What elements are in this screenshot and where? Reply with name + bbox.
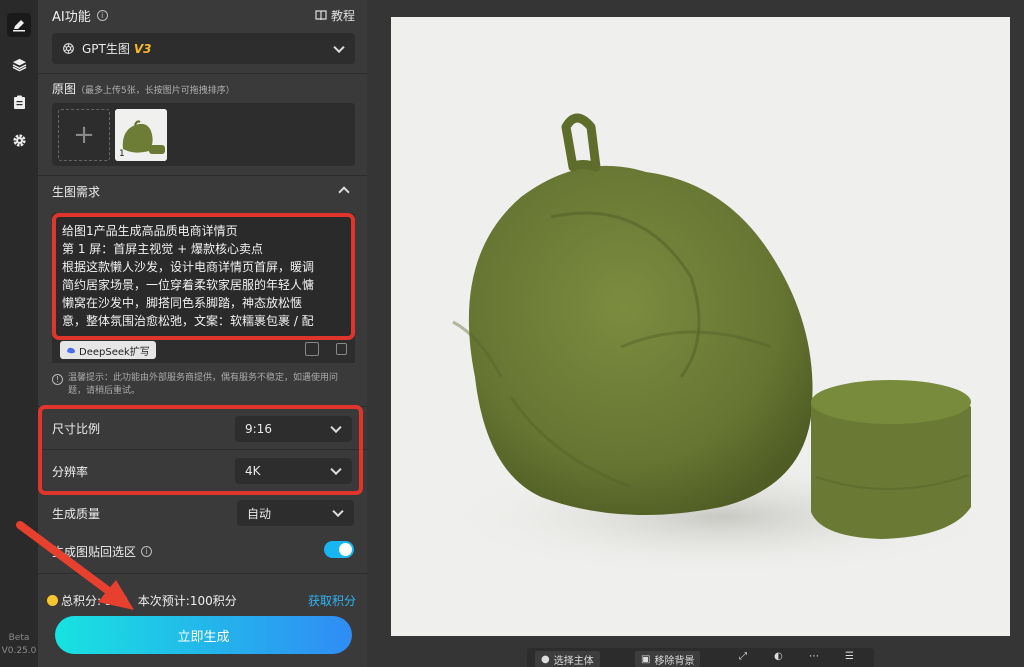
deepseek-label: DeepSeek扩写: [79, 346, 150, 358]
original-image-header: 原图（最多上传5张，长按图片可拖拽排序）: [52, 80, 235, 97]
select-subject-label: 选择主体: [553, 655, 594, 667]
info-icon[interactable]: i: [96, 10, 108, 21]
annotation-arrow: [16, 521, 134, 610]
canvas-bottom-toolbar: ● 选择主体 ▣ 移除背景 ⤢ ◐ ⋯ ☰: [527, 648, 874, 667]
deepseek-expand-button[interactable]: DeepSeek扩写: [60, 341, 156, 359]
divider: [38, 175, 367, 176]
generate-button[interactable]: 立即生成: [55, 616, 352, 654]
book-icon: [315, 10, 327, 21]
model-select[interactable]: GPT生图 V3: [52, 33, 355, 64]
deepseek-whale-icon: [67, 347, 75, 353]
original-image-list: + 1: [52, 103, 355, 166]
sliders-icon[interactable]: ☰: [845, 651, 854, 662]
version-number: V0.25.0: [1, 646, 37, 656]
layers-icon[interactable]: [7, 52, 31, 76]
thumbnail-index: 1: [119, 149, 125, 159]
chevron-up-icon[interactable]: [338, 186, 350, 198]
edit-icon[interactable]: [7, 13, 31, 37]
remove-background-label: 移除背景: [654, 655, 695, 667]
chevron-down-icon: [333, 41, 345, 53]
product-image[interactable]: [391, 17, 1010, 636]
warning-info-icon: !: [52, 374, 63, 385]
image-thumbnail[interactable]: 1: [115, 109, 167, 161]
model-version-badge: V3: [133, 41, 152, 56]
service-notice-text: 温馨提示：此功能由外部服务商提供，偶有服务不稳定，如遇使用问题，请稍后重试。: [68, 373, 339, 396]
clear-icon[interactable]: [336, 343, 347, 355]
more-icon[interactable]: ⋯: [809, 651, 819, 662]
ai-function-title: AI功能: [52, 10, 91, 25]
divider: [38, 73, 367, 74]
person-icon: ●: [541, 653, 550, 665]
model-name: GPT生图: [82, 42, 130, 56]
original-image-title: 原图: [52, 82, 77, 96]
requirement-title: 生图需求: [52, 185, 101, 199]
requirement-toolbar: DeepSeek扩写: [52, 337, 355, 363]
tutorial-label: 教程: [330, 9, 355, 23]
quality-value: 自动: [247, 506, 272, 521]
get-points-link[interactable]: 获取积分: [308, 592, 356, 609]
ai-function-header: AI功能 i: [52, 6, 108, 25]
translate-icon[interactable]: [305, 342, 319, 356]
contrast-icon[interactable]: ◐: [774, 651, 783, 662]
canvas-area: ● 选择主体 ▣ 移除背景 ⤢ ◐ ⋯ ☰: [367, 0, 1024, 667]
settings-icon[interactable]: [7, 128, 31, 152]
tutorial-link[interactable]: 教程: [315, 7, 355, 24]
version-label: Beta: [8, 633, 30, 643]
add-image-button[interactable]: +: [58, 109, 110, 161]
highlight-frame: [52, 213, 355, 340]
paste-back-toggle[interactable]: [324, 541, 354, 558]
remove-background-button[interactable]: ▣ 移除背景: [635, 651, 701, 667]
original-image-hint: （最多上传5张，长按图片可拖拽排序）: [76, 86, 235, 96]
image-icon: ▣: [641, 653, 651, 665]
openai-logo-icon: [63, 43, 74, 54]
chevron-down-icon: [332, 505, 344, 518]
beanbag-product-photo: [441, 113, 1001, 577]
quality-select[interactable]: 自动: [237, 500, 354, 526]
clipboard-icon[interactable]: [7, 90, 31, 114]
highlight-frame: [38, 405, 363, 495]
select-subject-button[interactable]: ● 选择主体: [535, 651, 600, 667]
expand-icon[interactable]: ⤢: [739, 651, 747, 662]
service-notice: ! 温馨提示：此功能由外部服务商提供，偶有服务不稳定，如遇使用问题，请稍后重试。: [52, 372, 355, 398]
